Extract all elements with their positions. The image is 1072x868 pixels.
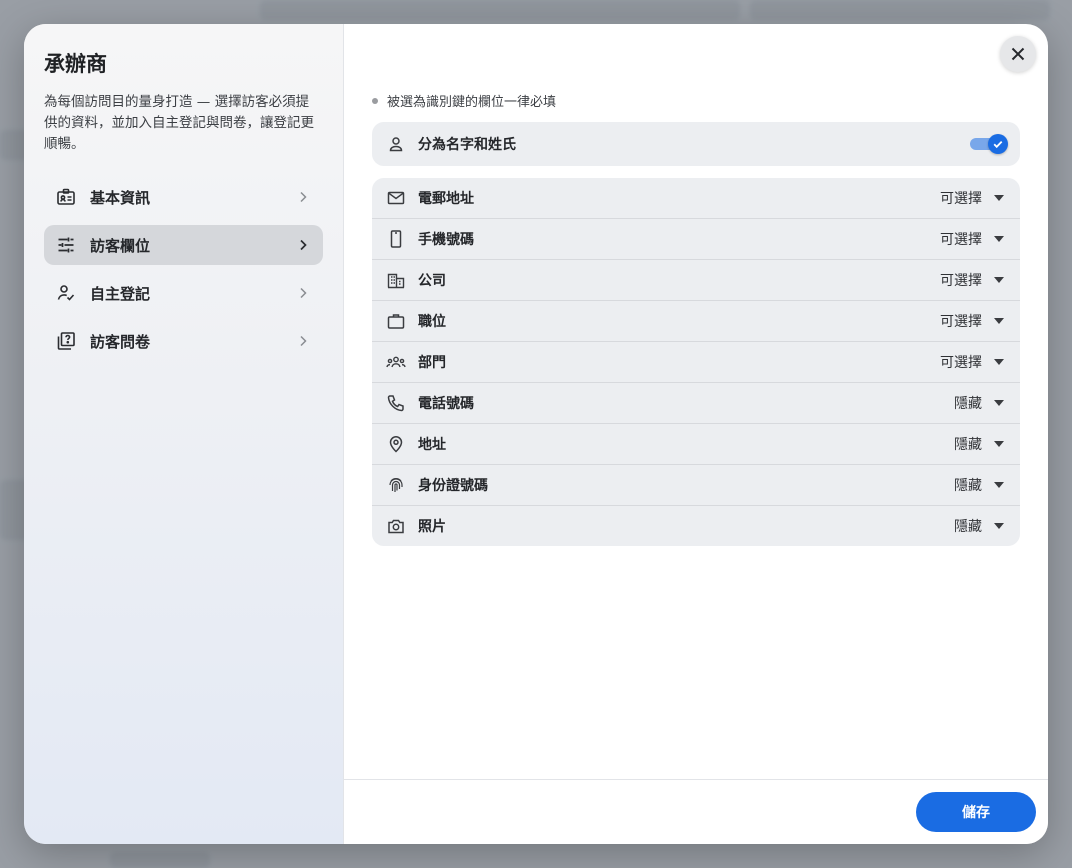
field-row-department: 部門 可選擇 xyxy=(372,341,1020,382)
field-row-job-title: 職位 可選擇 xyxy=(372,300,1020,341)
close-icon xyxy=(1009,45,1027,63)
field-row-photo: 照片 隱藏 xyxy=(372,505,1020,546)
caret-down-icon[interactable] xyxy=(992,314,1006,328)
sliders-icon xyxy=(56,235,76,255)
toggle-knob xyxy=(988,134,1008,154)
chevron-right-icon xyxy=(295,237,311,253)
caret-down-icon[interactable] xyxy=(992,396,1006,410)
quiz-icon xyxy=(56,331,76,351)
split-name-toggle[interactable] xyxy=(970,134,1008,154)
settings-modal: 承辦商 為每個訪問目的量身打造 — 選擇訪客必須提供的資料，並加入自主登記與問卷… xyxy=(24,24,1048,844)
caret-down-icon[interactable] xyxy=(992,519,1006,533)
split-name-label: 分為名字和姓氏 xyxy=(418,137,516,153)
chevron-right-icon xyxy=(295,189,311,205)
building-icon xyxy=(386,270,406,290)
modal-footer: 儲存 xyxy=(344,779,1048,844)
field-visibility-select[interactable]: 可選擇 xyxy=(940,229,982,249)
field-row-mobile: 手機號碼 可選擇 xyxy=(372,218,1020,259)
person-check-icon xyxy=(56,283,76,303)
field-row-phone: 電話號碼 隱藏 xyxy=(372,382,1020,423)
panel-title: 承辦商 xyxy=(44,52,107,76)
field-visibility-select[interactable]: 可選擇 xyxy=(940,311,982,331)
nav-item-basic-info[interactable]: 基本資訊 xyxy=(44,177,323,217)
field-label: 公司 xyxy=(418,273,446,289)
field-label: 職位 xyxy=(418,314,446,330)
field-visibility-select[interactable]: 隱藏 xyxy=(954,516,982,536)
nav-item-label: 基本資訊 xyxy=(90,188,151,207)
side-nav: 基本資訊 訪客欄位 自主登記 訪客問卷 xyxy=(44,177,323,361)
field-label: 照片 xyxy=(418,519,446,535)
chevron-right-icon xyxy=(295,333,311,349)
visitor-fields-list: 電郵地址 可選擇 手機號碼 可選擇 公司 可選擇 職位 可選擇 部門 可選擇 電… xyxy=(372,178,1020,546)
mail-icon xyxy=(386,188,406,208)
save-button[interactable]: 儲存 xyxy=(916,792,1036,832)
side-panel: 承辦商 為每個訪問目的量身打造 — 選擇訪客必須提供的資料，並加入自主登記與問卷… xyxy=(24,24,344,844)
field-visibility-select[interactable]: 可選擇 xyxy=(940,188,982,208)
field-label: 電郵地址 xyxy=(418,191,474,207)
location-pin-icon xyxy=(386,434,406,454)
panel-description: 為每個訪問目的量身打造 — 選擇訪客必須提供的資料，並加入自主登記與問卷，讓登記… xyxy=(44,94,314,152)
field-label: 地址 xyxy=(418,437,446,453)
field-visibility-select[interactable]: 隱藏 xyxy=(954,475,982,495)
required-hint: 被選為識別鍵的欄位一律必填 xyxy=(372,91,556,110)
caret-down-icon[interactable] xyxy=(992,273,1006,287)
id-badge-icon xyxy=(56,187,76,207)
field-row-id-number: 身份證號碼 隱藏 xyxy=(372,464,1020,505)
field-row-email: 電郵地址 可選擇 xyxy=(372,178,1020,218)
field-label: 電話號碼 xyxy=(418,396,474,412)
briefcase-icon xyxy=(386,311,406,331)
nav-item-label: 自主登記 xyxy=(90,284,151,303)
phone-icon xyxy=(386,393,406,413)
group-icon xyxy=(386,352,406,372)
bullet-dot xyxy=(372,97,378,104)
caret-down-icon[interactable] xyxy=(992,232,1006,246)
split-name-row: 分為名字和姓氏 xyxy=(372,122,1020,166)
field-visibility-select[interactable]: 可選擇 xyxy=(940,352,982,372)
caret-down-icon[interactable] xyxy=(992,355,1006,369)
hint-text: 被選為識別鍵的欄位一律必填 xyxy=(387,95,557,110)
nav-item-self-registration[interactable]: 自主登記 xyxy=(44,273,323,313)
checkmark-icon xyxy=(992,138,1004,150)
caret-down-icon[interactable] xyxy=(992,437,1006,451)
camera-icon xyxy=(386,516,406,536)
field-visibility-select[interactable]: 隱藏 xyxy=(954,393,982,413)
field-visibility-select[interactable]: 可選擇 xyxy=(940,270,982,290)
field-visibility-select[interactable]: 隱藏 xyxy=(954,434,982,454)
field-row-company: 公司 可選擇 xyxy=(372,259,1020,300)
person-icon xyxy=(386,134,406,154)
fingerprint-icon xyxy=(386,475,406,495)
close-button[interactable] xyxy=(1000,36,1036,72)
main-panel: 被選為識別鍵的欄位一律必填 分為名字和姓氏 電郵地址 可選擇 手機號碼 可選擇 … xyxy=(344,24,1048,844)
field-label: 手機號碼 xyxy=(418,232,474,248)
chevron-right-icon xyxy=(295,285,311,301)
nav-item-visitor-fields[interactable]: 訪客欄位 xyxy=(44,225,323,265)
caret-down-icon[interactable] xyxy=(992,478,1006,492)
field-row-address: 地址 隱藏 xyxy=(372,423,1020,464)
caret-down-icon[interactable] xyxy=(992,191,1006,205)
nav-item-label: 訪客問卷 xyxy=(90,332,151,351)
field-label: 身份證號碼 xyxy=(418,478,488,494)
field-label: 部門 xyxy=(418,355,446,371)
nav-item-label: 訪客欄位 xyxy=(90,236,151,255)
smartphone-icon xyxy=(386,229,406,249)
nav-item-visitor-questionnaire[interactable]: 訪客問卷 xyxy=(44,321,323,361)
